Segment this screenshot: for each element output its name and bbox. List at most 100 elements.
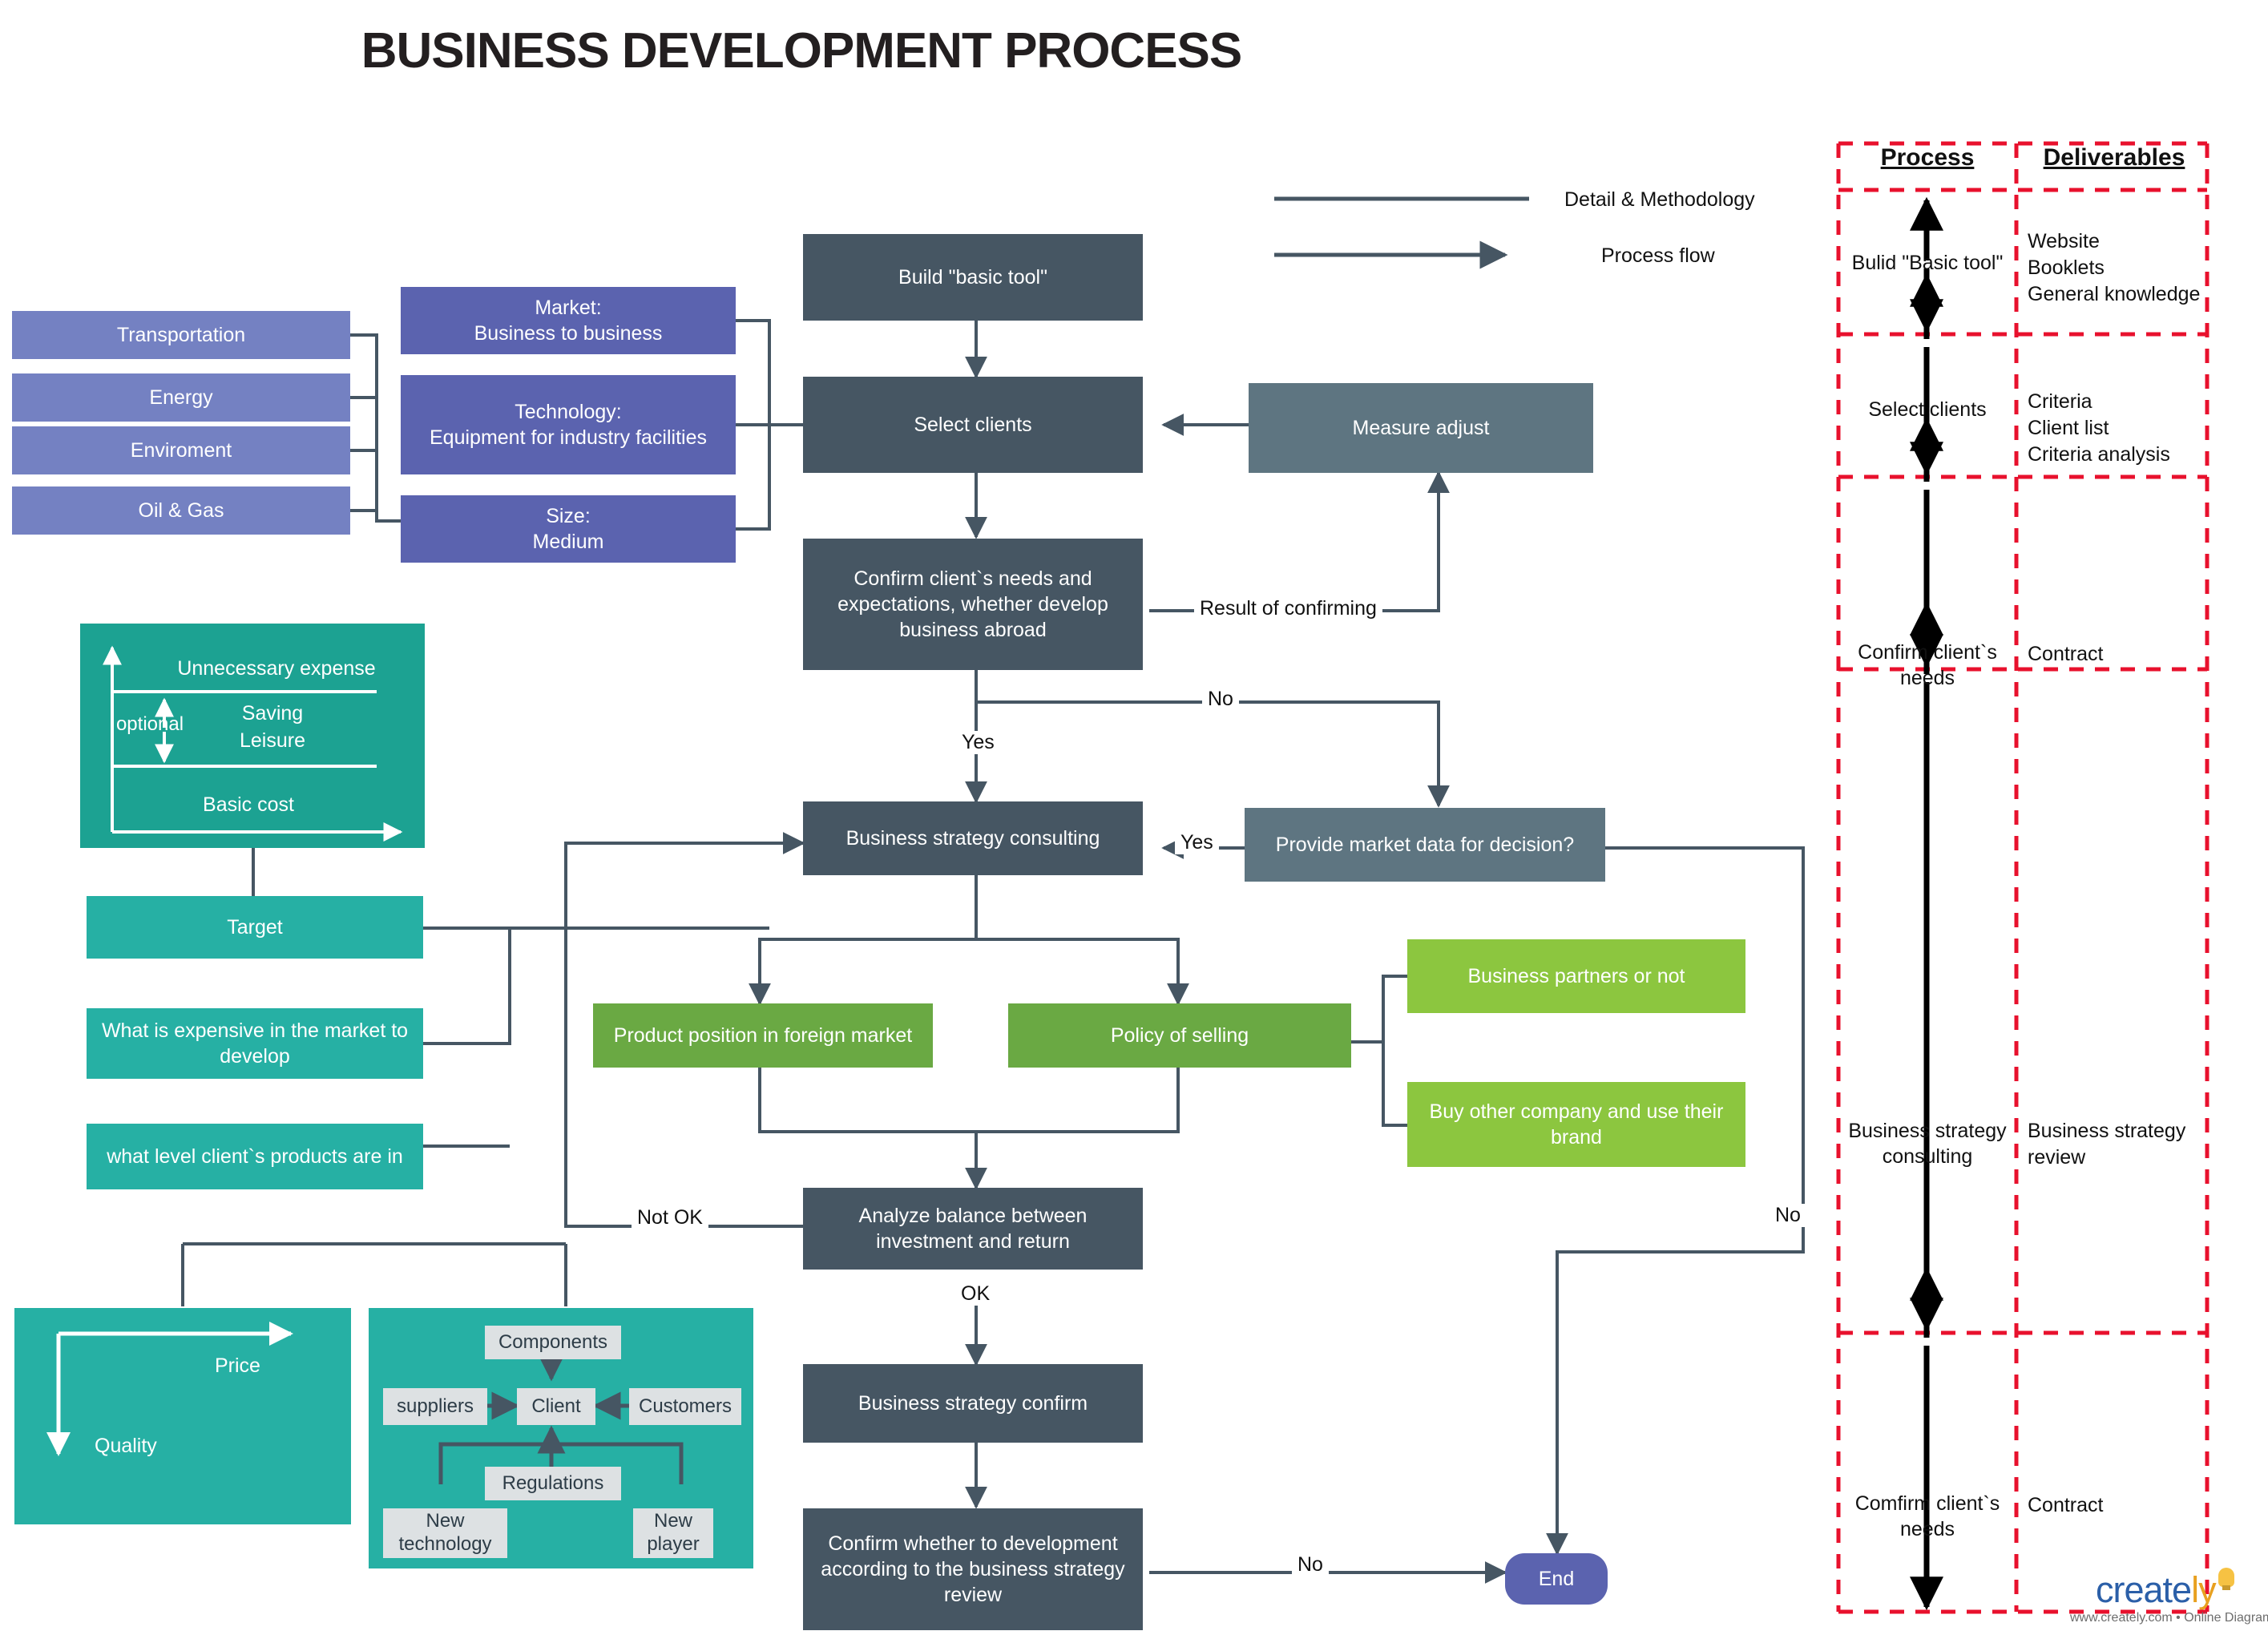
force-box-customers[interactable]: Customers (629, 1388, 741, 1425)
node-label: Policy of selling (1110, 1024, 1249, 1047)
edge-label-ok: OK (955, 1282, 996, 1306)
force-box-client[interactable]: Client (517, 1388, 595, 1425)
swimlane-grid (1836, 141, 2209, 1614)
swimlane-process-2: Select clients (1868, 398, 1987, 421)
flow-node-end[interactable]: End (1505, 1553, 1608, 1605)
legend-label-process-flow: Process flow (1601, 244, 1715, 267)
node-label: Measure adjust (1352, 417, 1490, 439)
industry-box-oil-gas[interactable]: Oil & Gas (12, 486, 350, 535)
force-box-regulations[interactable]: Regulations (485, 1467, 621, 1500)
quality-label: Quality (95, 1435, 157, 1457)
edge-label-no-right: No (1770, 1204, 1806, 1227)
target-box-expensive-market[interactable]: What is expensive in the market to devel… (87, 1008, 423, 1079)
swimlane-deliverables-4: Business strategy review (2028, 1118, 2212, 1171)
flow-node-policy-of-selling[interactable]: Policy of selling (1008, 1003, 1351, 1068)
criteria-box-market[interactable]: Market: Business to business (401, 287, 736, 354)
swimlane-process-1: Bulid "Basic tool" (1851, 252, 2004, 274)
criteria-line2: Equipment for industry facilities (430, 426, 707, 449)
brand-name: creately (2096, 1569, 2217, 1611)
edge-label-not-ok: Not OK (632, 1206, 708, 1229)
flow-node-measure-adjust[interactable]: Measure adjust (1249, 383, 1593, 473)
flow-node-confirm-development[interactable]: Confirm whether to development according… (803, 1508, 1143, 1630)
cost-structure-chart: Unnecessary expense optional Saving Leis… (80, 624, 425, 848)
legend-lines (1274, 196, 1529, 269)
cost-chart-top-label: Unnecessary expense (177, 657, 376, 680)
node-label: Select clients (914, 414, 1032, 436)
criteria-line2: Business to business (474, 322, 663, 345)
flow-node-business-strategy-consulting[interactable]: Business strategy consulting (803, 801, 1143, 875)
node-label: Provide market data for decision? (1275, 834, 1575, 856)
force-label: suppliers (396, 1395, 474, 1417)
deliverable-item: Website (2028, 230, 2100, 252)
deliverable-item: Booklets (2028, 256, 2105, 279)
node-label: Business strategy consulting (845, 827, 1100, 850)
edge-label-yes-2: Yes (1175, 831, 1219, 854)
page-title: BUSINESS DEVELOPMENT PROCESS (361, 23, 1243, 79)
industry-label: Oil & Gas (138, 499, 224, 522)
node-label: Confirm client`s needs and expectations,… (837, 567, 1108, 641)
brand-name-part1: create (2096, 1569, 2192, 1610)
edge-label-no-1: No (1202, 688, 1239, 711)
node-label: End (1538, 1568, 1575, 1590)
swimlane-deliverables-3: Contract (2028, 641, 2212, 668)
deliverable-item: Client list (2028, 417, 2109, 439)
node-label: Business partners or not (1467, 965, 1685, 987)
five-forces-diagram: Components suppliers Client Customers Re… (369, 1308, 753, 1568)
target-box-target[interactable]: Target (87, 896, 423, 959)
cost-chart-bottom-label: Basic cost (203, 793, 294, 816)
cost-chart-mid-label-1: Saving (241, 702, 304, 725)
industry-box-energy[interactable]: Energy (12, 373, 350, 422)
flow-node-provide-market-data[interactable]: Provide market data for decision? (1245, 808, 1605, 882)
node-label: Analyze balance between investment and r… (858, 1205, 1088, 1253)
creately-logo[interactable]: creately www.creately.com • Online Diagr… (2064, 1564, 2268, 1632)
criteria-box-technology[interactable]: Technology: Equipment for industry facil… (401, 375, 736, 474)
deliverable-item: Criteria analysis (2028, 443, 2170, 466)
force-box-suppliers[interactable]: suppliers (383, 1388, 487, 1425)
deliverable-item: Criteria (2028, 390, 2092, 413)
swimlane-deliverables-5: Contract (2028, 1492, 2212, 1519)
node-label: Build "basic tool" (898, 266, 1047, 289)
flow-node-business-partners[interactable]: Business partners or not (1407, 939, 1745, 1013)
force-box-components[interactable]: Components (485, 1326, 621, 1359)
price-quality-chart: Price Quality (14, 1308, 351, 1524)
flow-node-select-clients[interactable]: Select clients (803, 377, 1143, 473)
target-label: Target (227, 916, 283, 939)
flow-node-analyze-balance[interactable]: Analyze balance between investment and r… (803, 1188, 1143, 1270)
force-label: Client (531, 1395, 581, 1417)
price-quality-arrows (46, 1322, 293, 1456)
edge-label-yes-1: Yes (956, 731, 1000, 754)
deliverable-item: Business strategy review (2028, 1120, 2186, 1169)
node-label: Product position in foreign market (613, 1024, 913, 1047)
force-box-new-technology[interactable]: New technology (383, 1508, 507, 1558)
deliverable-item: Contract (2028, 643, 2104, 665)
force-box-new-player[interactable]: New player (633, 1508, 713, 1558)
diagram-canvas: BUSINESS DEVELOPMENT PROCESS Transportat… (0, 0, 2268, 1635)
target-box-product-level[interactable]: what level client`s products are in (87, 1124, 423, 1189)
deliverable-item: Contract (2028, 1494, 2104, 1516)
industry-box-transportation[interactable]: Transportation (12, 311, 350, 359)
legend-label-detail-methodology: Detail & Methodology (1564, 188, 1755, 211)
deliverable-item: General knowledge (2028, 283, 2201, 305)
price-label: Price (215, 1354, 260, 1377)
flow-node-build-basic-tool[interactable]: Build "basic tool" (803, 234, 1143, 321)
force-label: Regulations (502, 1472, 604, 1494)
flow-node-confirm-needs[interactable]: Confirm client`s needs and expectations,… (803, 539, 1143, 670)
industry-label: Transportation (116, 324, 246, 346)
force-label: Customers (638, 1395, 732, 1417)
swimlane-header-process: Process (1880, 144, 1975, 171)
criteria-box-size[interactable]: Size: Medium (401, 495, 736, 563)
criteria-line1: Market: (535, 296, 602, 319)
flow-node-business-strategy-confirm[interactable]: Business strategy confirm (803, 1364, 1143, 1443)
industry-label: Energy (149, 386, 213, 409)
lightbulb-icon (2218, 1568, 2234, 1590)
flow-node-product-position[interactable]: Product position in foreign market (593, 1003, 933, 1068)
node-label: Business strategy confirm (858, 1392, 1088, 1415)
criteria-line1: Technology: (515, 400, 622, 423)
cost-chart-mid-label-2: Leisure (240, 729, 305, 752)
force-label: Components (498, 1330, 608, 1353)
criteria-line1: Size: (546, 504, 591, 527)
criteria-line2: Medium (532, 531, 604, 553)
flow-node-buy-other-company[interactable]: Buy other company and use their brand (1407, 1082, 1745, 1167)
swimlane-deliverables-1: Website Booklets General knowledge (2028, 228, 2212, 308)
industry-box-enviroment[interactable]: Enviroment (12, 426, 350, 474)
